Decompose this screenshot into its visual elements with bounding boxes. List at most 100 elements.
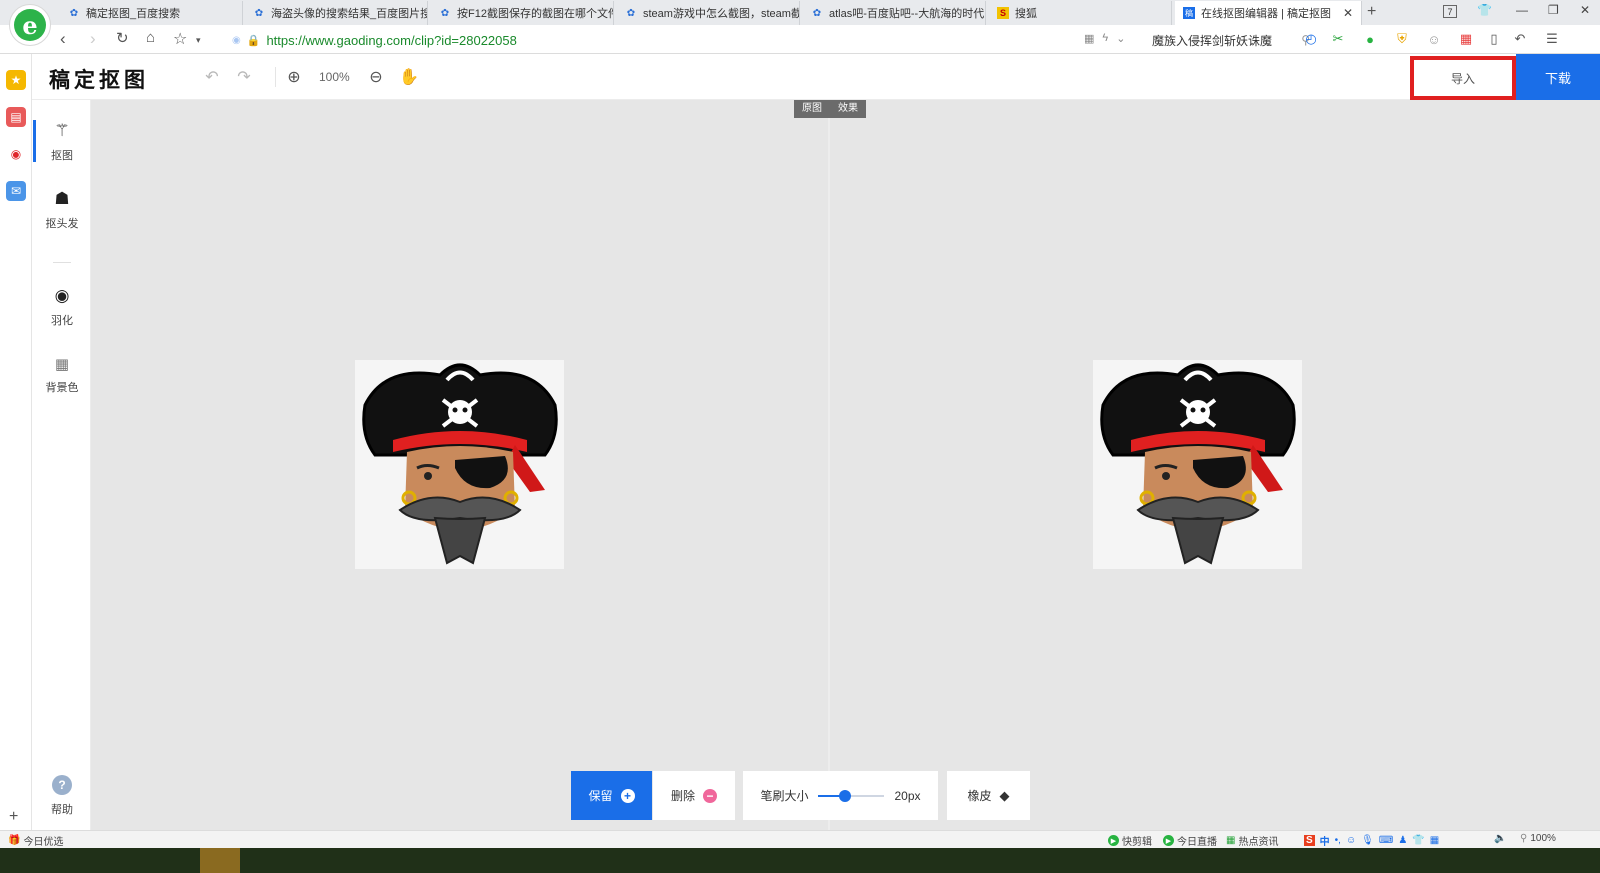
minus-circle-icon: − bbox=[703, 788, 717, 803]
favorites-icon[interactable]: ★ bbox=[6, 70, 26, 90]
plus-circle-icon: + bbox=[620, 788, 635, 803]
browser-logo[interactable]: e bbox=[9, 4, 51, 46]
tool-feather[interactable]: ◉ 羽化 bbox=[33, 279, 91, 335]
delete-label: 删除 bbox=[670, 789, 695, 803]
browser-tab[interactable]: ✿ 按F12截图保存的截图在哪个文件 bbox=[431, 1, 614, 25]
hand-icon[interactable]: ✋ bbox=[399, 67, 419, 87]
zoom-level: 100% bbox=[319, 70, 350, 84]
app-header: 稿定抠图 ↶ ↷ ⊕ 100% ⊖ ✋ 导入 下载 bbox=[32, 54, 1600, 100]
browser-tab-active[interactable]: 稿 在线抠图编辑器 | 稿定抠图 ✕ bbox=[1175, 1, 1362, 25]
lightning-icon[interactable]: ϟ bbox=[1102, 32, 1108, 45]
redo-icon[interactable]: ↷ bbox=[234, 67, 254, 87]
url-field[interactable]: ◉ 🔒 https://www.gaoding.com/clip?id=2802… bbox=[232, 31, 1112, 49]
tab-title: steam游戏中怎么截图，steam截 bbox=[643, 8, 800, 20]
tablet-icon[interactable]: ▯ bbox=[1486, 31, 1502, 47]
eraser-icon: ◆ bbox=[999, 787, 1010, 803]
search-input[interactable]: 魔族入侵挥剑斩妖诛魔 ⚲ bbox=[1152, 30, 1310, 50]
editor-canvas[interactable]: 原图 效果 bbox=[91, 100, 1600, 846]
skin-icon[interactable]: 👕 bbox=[1477, 3, 1492, 17]
help-button[interactable]: ? 帮助 bbox=[33, 768, 91, 824]
original-image[interactable] bbox=[355, 360, 564, 569]
sogou-ime-icon: S bbox=[1304, 835, 1315, 846]
tab-title: 搜狐 bbox=[1015, 8, 1037, 20]
page-zoom[interactable]: ⚲ 100% bbox=[1520, 833, 1556, 844]
back-icon[interactable]: ‹ bbox=[60, 29, 66, 49]
microphone-icon: 🎙 bbox=[1361, 835, 1374, 846]
play-icon: ▶ bbox=[1163, 835, 1174, 846]
add-sidebar-icon[interactable]: + bbox=[9, 808, 18, 826]
toolbox-icon: ▦ bbox=[1429, 835, 1440, 846]
keep-button[interactable]: 保留 + bbox=[571, 771, 652, 820]
browser-tab[interactable]: ✿ 稿定抠图_百度搜索 bbox=[60, 1, 243, 25]
brush-slider-handle[interactable] bbox=[838, 789, 851, 802]
paw-icon: ✿ bbox=[440, 7, 450, 19]
tool-label: 羽化 bbox=[51, 315, 73, 327]
import-button[interactable]: 导入 bbox=[1410, 56, 1516, 100]
paw-icon: ✿ bbox=[69, 7, 79, 19]
forward-icon[interactable]: › bbox=[90, 29, 96, 49]
paw-icon: ✿ bbox=[812, 7, 822, 19]
minimize-icon[interactable]: — bbox=[1516, 3, 1528, 17]
close-tab-icon[interactable]: ✕ bbox=[1343, 6, 1353, 20]
magnifier-icon: ⚲ bbox=[1520, 833, 1528, 844]
tool-cutout[interactable]: ⚚ 抠图 bbox=[33, 114, 91, 170]
status-quick-edit[interactable]: ▶ 快剪辑 bbox=[1108, 833, 1152, 848]
search-text: 魔族入侵挥剑斩妖诛魔 bbox=[1152, 33, 1273, 48]
shield-extension-icon[interactable]: ⛨ bbox=[1394, 31, 1410, 47]
app-logo[interactable]: 稿定抠图 bbox=[49, 64, 149, 94]
tab-count-badge[interactable]: 7 bbox=[1443, 5, 1457, 18]
apps-grid-icon[interactable]: ▦ bbox=[1458, 31, 1474, 47]
desktop-strip bbox=[0, 848, 1600, 873]
original-view-button[interactable]: 原图 bbox=[794, 100, 830, 118]
delete-button[interactable]: 删除 − bbox=[653, 771, 735, 820]
status-news[interactable]: ▦ 热点资讯 bbox=[1226, 833, 1278, 848]
scissors-icon[interactable]: ✂ bbox=[1330, 31, 1346, 47]
download-button[interactable]: 下载 bbox=[1516, 54, 1600, 100]
browser-tab[interactable]: ✿ atlas吧-百度贴吧--大航海的时代 bbox=[803, 1, 986, 25]
keep-label: 保留 bbox=[588, 789, 613, 803]
reload-icon[interactable]: ↻ bbox=[116, 29, 129, 47]
close-window-icon[interactable]: ✕ bbox=[1580, 3, 1590, 17]
undo-close-icon[interactable]: ↶ bbox=[1512, 31, 1528, 47]
feather-circle-icon: ◉ bbox=[54, 286, 70, 305]
sohu-icon: S bbox=[997, 7, 1009, 19]
browser-tab[interactable]: S 搜狐 bbox=[989, 1, 1172, 25]
brush-size-slider[interactable] bbox=[818, 789, 885, 802]
brush-size-control: 笔刷大小 20px bbox=[743, 771, 938, 820]
effect-view-button[interactable]: 效果 bbox=[830, 100, 866, 118]
undo-icon[interactable]: ↶ bbox=[202, 67, 222, 87]
zoom-out-icon[interactable]: ⊖ bbox=[366, 67, 386, 87]
status-label: 今日直播 bbox=[1177, 837, 1217, 848]
home-icon[interactable]: ⌂ bbox=[146, 29, 155, 46]
qr-icon[interactable]: ▦ bbox=[1084, 32, 1094, 45]
eraser-button[interactable]: 橡皮 ◆ bbox=[947, 771, 1030, 820]
volume-control[interactable]: 🔈 bbox=[1494, 833, 1506, 844]
eraser-label: 橡皮 bbox=[967, 789, 992, 803]
zoom-in-icon[interactable]: ⊕ bbox=[284, 67, 304, 87]
green-circle-icon[interactable]: ● bbox=[1362, 31, 1378, 47]
effect-image[interactable] bbox=[1093, 360, 1302, 569]
weibo-icon[interactable]: ◉ bbox=[6, 144, 26, 164]
chevron-down-icon[interactable]: ⌄ bbox=[1116, 32, 1125, 45]
clock-extension-icon[interactable]: ◴ bbox=[1303, 31, 1319, 47]
today-picks[interactable]: 🎁 今日优选 bbox=[8, 833, 63, 848]
star-icon[interactable]: ☆ bbox=[173, 29, 187, 49]
chevron-down-icon[interactable]: ▾ bbox=[196, 35, 201, 46]
browser-tab[interactable]: ✿ 海盗头像的搜索结果_百度图片搜 bbox=[245, 1, 428, 25]
help-label: 帮助 bbox=[51, 804, 73, 816]
menu-icon[interactable]: ☰ bbox=[1544, 31, 1560, 47]
ime-toolbar[interactable]: S 中 •, ☺ 🎙 ⌨ ♟ 👕 ▦ bbox=[1304, 833, 1439, 848]
tool-background-color[interactable]: ▦ 背景色 bbox=[33, 347, 91, 403]
game-icon[interactable]: ☺ bbox=[1426, 31, 1442, 47]
gaoding-icon: 稿 bbox=[1183, 7, 1195, 19]
paw-icon: ✿ bbox=[254, 7, 264, 19]
browser-tab-bar: ✿ 稿定抠图_百度搜索 ✿ 海盗头像的搜索结果_百度图片搜 ✿ 按F12截图保存… bbox=[0, 0, 1600, 25]
restore-icon[interactable]: ❐ bbox=[1548, 3, 1559, 17]
shield-icon: ◉ bbox=[232, 34, 241, 46]
new-tab-icon[interactable]: + bbox=[1367, 3, 1376, 21]
mail-icon[interactable]: ✉ bbox=[6, 181, 26, 201]
tool-hair[interactable]: ☗ 抠头发 bbox=[33, 182, 91, 238]
browser-tab[interactable]: ✿ steam游戏中怎么截图，steam截 bbox=[617, 1, 800, 25]
news-icon[interactable]: ▤ bbox=[6, 107, 26, 127]
status-live[interactable]: ▶ 今日直播 bbox=[1163, 833, 1217, 848]
